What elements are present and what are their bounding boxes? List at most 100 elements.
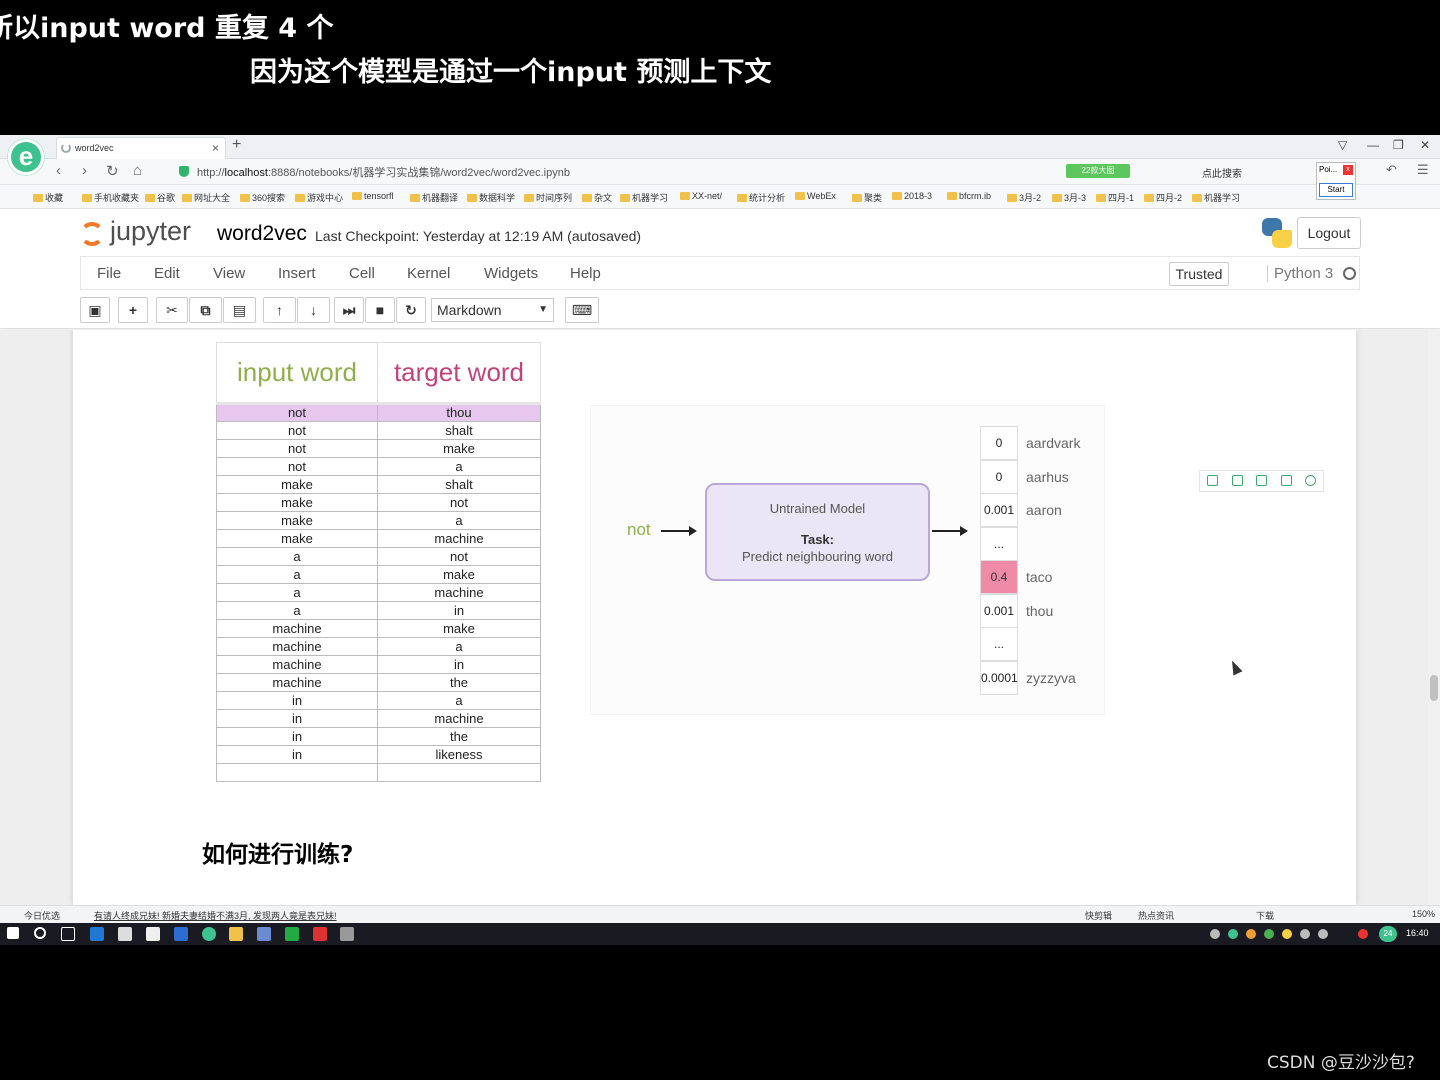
trusted-indicator[interactable]: Trusted <box>1169 262 1229 286</box>
status-hot-news[interactable]: 热点资讯 <box>1138 909 1174 922</box>
app-icon[interactable] <box>285 927 299 941</box>
mail-icon[interactable] <box>146 927 160 941</box>
move-up-icon[interactable]: ↑ <box>263 297 296 323</box>
tray-icon[interactable] <box>1282 929 1292 939</box>
notebook-name[interactable]: word2vec <box>217 222 307 246</box>
save-icon[interactable]: ▣ <box>80 297 110 323</box>
tray-icon[interactable] <box>1264 929 1274 939</box>
popup-close-icon[interactable]: x <box>1343 165 1353 175</box>
paste-icon[interactable]: ▤ <box>223 297 256 323</box>
kernel-name[interactable]: Python 3 <box>1267 265 1333 282</box>
status-today-pick[interactable]: 今日优选 <box>24 909 60 922</box>
folder-icon[interactable] <box>229 927 243 941</box>
bookmark-item[interactable]: bfcrm.ib <box>947 191 991 201</box>
menu-cell[interactable]: Cell <box>349 265 375 282</box>
ie-icon[interactable] <box>90 927 104 941</box>
status-quick-edit[interactable]: 快剪辑 <box>1085 909 1112 922</box>
bookmark-item[interactable]: 网址大全 <box>182 191 230 204</box>
status-news[interactable]: 有请人终成兄妹! 新婚夫妻结婚不满3月, 发现两人竟是表兄妹! <box>94 909 337 922</box>
bookmark-item[interactable]: WebEx <box>795 191 836 201</box>
bookmark-item[interactable]: 聚类 <box>852 191 882 204</box>
undo-icon[interactable]: ↶ <box>1386 162 1397 178</box>
move-down-icon[interactable]: ↓ <box>297 297 330 323</box>
bookmark-item[interactable]: tensorfl <box>352 191 394 201</box>
menu-insert[interactable]: Insert <box>278 265 316 282</box>
bookmark-item[interactable]: 四月-1 <box>1096 191 1134 204</box>
home-icon[interactable]: ⌂ <box>133 162 142 179</box>
logout-button[interactable]: Logout <box>1297 217 1361 249</box>
tab-word2vec[interactable]: word2vec × <box>56 137 226 159</box>
menu-kernel[interactable]: Kernel <box>407 265 450 282</box>
save-image-icon[interactable] <box>1256 475 1267 486</box>
tab-close-icon[interactable]: × <box>212 141 219 155</box>
menu-file[interactable]: File <box>97 265 121 282</box>
vscode-icon[interactable] <box>174 927 188 941</box>
windows-start-icon[interactable] <box>7 927 19 939</box>
reload-icon[interactable]: ↻ <box>106 162 119 180</box>
menu-icon[interactable]: ☰ <box>1417 162 1429 178</box>
minimize-button[interactable]: — <box>1367 138 1379 152</box>
forward-icon[interactable]: › <box>82 162 87 179</box>
cut-icon[interactable]: ✂ <box>156 297 188 323</box>
bookmark-icon[interactable] <box>1207 475 1218 486</box>
bookmark-item[interactable]: 数据科学 <box>467 191 515 204</box>
scroll-thumb[interactable] <box>1430 675 1438 701</box>
stop-icon[interactable]: ■ <box>365 297 395 323</box>
volume-icon[interactable] <box>1318 929 1328 939</box>
restore-button[interactable]: ❐ <box>1393 138 1404 152</box>
bookmark-item[interactable]: 统计分析 <box>737 191 785 204</box>
menu-widgets[interactable]: Widgets <box>484 265 538 282</box>
keyboard-icon[interactable]: ⌨ <box>565 297 599 323</box>
bookmark-item[interactable]: 3月-3 <box>1052 191 1086 204</box>
tray-icon[interactable] <box>1358 929 1368 939</box>
promo-badge[interactable]: 22款大图 <box>1066 164 1130 178</box>
tray-icon[interactable] <box>1300 929 1310 939</box>
run-icon[interactable]: ⏭ <box>334 297 364 323</box>
task-view-icon[interactable] <box>61 927 75 941</box>
browser-task-icon[interactable] <box>202 927 216 941</box>
tray-icon[interactable] <box>1210 929 1220 939</box>
bookmark-item[interactable]: 2018-3 <box>892 191 932 201</box>
bookmark-item[interactable]: 手机收藏夹 <box>82 191 139 204</box>
bookmark-item[interactable]: 机器翻译 <box>410 191 458 204</box>
tray-icon[interactable] <box>1246 929 1256 939</box>
search-icon[interactable] <box>34 927 46 939</box>
insert-cell-icon[interactable]: + <box>118 297 148 323</box>
url-input[interactable]: http://localhost:8888/notebooks/机器学习实战集锦… <box>175 162 1135 182</box>
popup-window[interactable]: Poi... x Start <box>1316 162 1356 200</box>
copy-icon[interactable]: ⧉ <box>189 297 222 323</box>
notification-badge[interactable]: 24 <box>1379 926 1397 942</box>
bookmark-item[interactable]: 收藏 <box>33 191 63 204</box>
bookmark-item[interactable]: 时间序列 <box>524 191 572 204</box>
search-hint[interactable]: 点此搜索 <box>1202 165 1242 180</box>
bookmark-item[interactable]: XX-net/ <box>680 191 722 201</box>
back-icon[interactable]: ‹ <box>56 162 61 179</box>
menu-help[interactable]: Help <box>570 265 601 282</box>
cell-type-select[interactable]: Markdown ▼ <box>431 298 554 322</box>
expand-icon[interactable] <box>1232 475 1243 486</box>
bookmark-item[interactable]: 谷歌 <box>145 191 175 204</box>
restart-icon[interactable]: ↻ <box>396 297 426 323</box>
tray-icon[interactable] <box>1228 929 1238 939</box>
bookmark-item[interactable]: 机器学习 <box>620 191 668 204</box>
bookmark-item[interactable]: 360搜索 <box>240 191 285 204</box>
close-window-button[interactable]: ✕ <box>1420 138 1430 152</box>
jupyter-logo[interactable]: jupyter <box>110 216 191 247</box>
bookmark-item[interactable]: 四月-2 <box>1144 191 1182 204</box>
menu-edit[interactable]: Edit <box>154 265 180 282</box>
status-zoom[interactable]: 150% <box>1412 909 1435 919</box>
bookmark-item[interactable]: 游戏中心 <box>295 191 343 204</box>
bookmark-item[interactable]: 杂文 <box>582 191 612 204</box>
bookmark-item[interactable]: 机器学习 <box>1192 191 1240 204</box>
app-icon[interactable] <box>313 927 327 941</box>
menu-view[interactable]: View <box>213 265 245 282</box>
settings-icon[interactable] <box>1305 475 1316 486</box>
status-download[interactable]: 下载 <box>1256 909 1274 922</box>
new-tab-button[interactable]: + <box>232 136 241 154</box>
scrollbar[interactable] <box>1428 330 1440 905</box>
bookmark-item[interactable]: 3月-2 <box>1007 191 1041 204</box>
store-icon[interactable] <box>118 927 132 941</box>
app-icon[interactable] <box>340 927 354 941</box>
share-icon[interactable] <box>1281 475 1292 486</box>
skin-icon[interactable]: ▽ <box>1338 138 1347 152</box>
